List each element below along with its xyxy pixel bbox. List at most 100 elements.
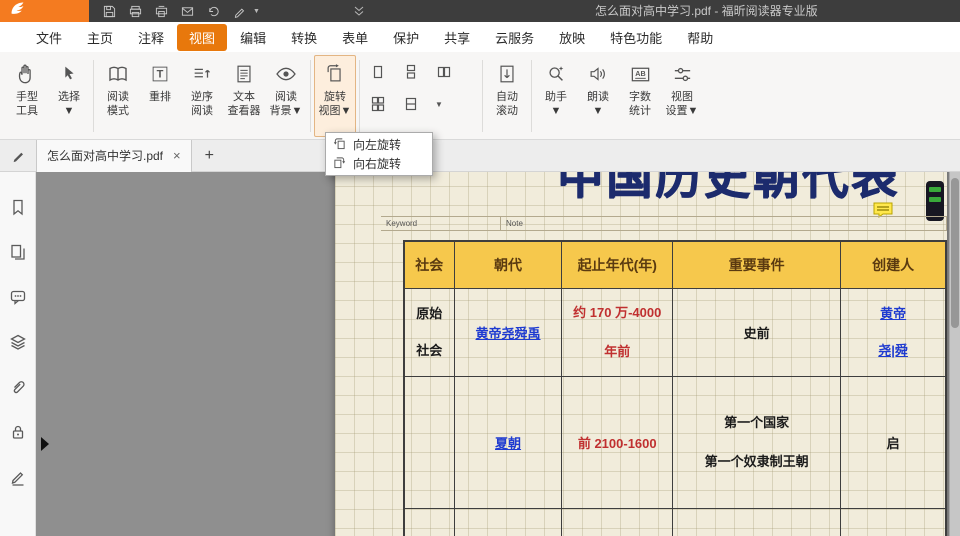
quick-access-toolbar: ▼ (102, 4, 260, 19)
cell-founder-link[interactable]: 黄帝 尧|舜 (841, 288, 946, 376)
header-events: 重要事件 (673, 241, 841, 288)
page-thumbnails-icon[interactable] (9, 243, 27, 261)
split-view-icon[interactable] (402, 95, 420, 113)
menu-tab-convert[interactable]: 转换 (279, 24, 329, 51)
main-content: 中国历史朝代表 Keyword Note 社会 朝代 起止年代(年) 重 (0, 172, 960, 536)
menu-tab-edit[interactable]: 编辑 (228, 24, 278, 51)
ribbon-separator (93, 60, 94, 132)
cell-dynasty-link[interactable]: 夏朝 (454, 376, 562, 508)
save-icon[interactable] (102, 4, 117, 19)
menu-item-rotate-right[interactable]: 向右旋转 (326, 154, 432, 173)
text-viewer-button[interactable]: 文本 查看器 (223, 55, 265, 137)
cell-society (404, 376, 454, 508)
rotate-view-button[interactable]: 旋转 视图▼ (314, 55, 356, 137)
continuous-page-icon[interactable] (402, 63, 420, 81)
rotate-left-label: 向左旋转 (353, 136, 401, 153)
menu-tab-features[interactable]: 特色功能 (598, 24, 674, 51)
speaker-icon (587, 61, 609, 87)
reflow-label: 重排 (149, 90, 171, 104)
cell-founder: 启 (841, 376, 946, 508)
hand-icon (15, 61, 39, 87)
attachment-paperclip-icon[interactable] (9, 378, 27, 396)
ribbon-collapse-icon[interactable] (352, 4, 367, 19)
menu-tab-comment[interactable]: 注释 (126, 24, 176, 51)
bookmark-icon[interactable] (9, 198, 27, 216)
table-row: 奴 商朝 前 1600-1100 武丁中兴，文字接近成熟 汤 (404, 508, 946, 536)
reverse-reading-icon (191, 61, 213, 87)
layers-icon[interactable] (9, 333, 27, 351)
menu-tab-form[interactable]: 表单 (330, 24, 380, 51)
ribbon-separator (310, 60, 311, 132)
single-page-icon[interactable] (369, 63, 387, 81)
text-viewer-label: 文本 查看器 (228, 90, 261, 118)
print-icon[interactable] (128, 4, 143, 19)
rotate-view-dropdown: 向左旋转 向右旋转 (325, 132, 433, 176)
cell-events: 武丁中兴，文字接近成熟 (673, 508, 841, 536)
cell-period: 前 1600-1100 (562, 508, 673, 536)
read-aloud-label: 朗读 ▼ (587, 90, 609, 118)
hand-tool-button[interactable]: 手型 工具 (6, 55, 48, 137)
rotate-right-icon (333, 156, 346, 172)
cell-dynasty-link[interactable]: 商朝 (454, 508, 562, 536)
view-settings-label: 视图 设置▼ (666, 90, 699, 118)
header-society: 社会 (404, 241, 454, 288)
scrollbar-thumb[interactable] (951, 178, 959, 328)
header-period: 起止年代(年) (562, 241, 673, 288)
text-viewer-icon (233, 61, 255, 87)
word-count-button[interactable]: AB 字数 统计 (619, 55, 661, 137)
read-mode-button[interactable]: 阅读 模式 (97, 55, 139, 137)
hand-tool-label: 手型 工具 (16, 90, 38, 118)
read-mode-label: 阅读 模式 (107, 90, 129, 118)
comments-icon[interactable] (9, 288, 27, 306)
menu-item-rotate-left[interactable]: 向左旋转 (326, 135, 432, 154)
cell-period: 约 170 万-4000 年前 (562, 288, 673, 376)
view-settings-button[interactable]: 视图 设置▼ (661, 55, 703, 137)
reading-background-button[interactable]: 阅读 背景▼ (265, 55, 307, 137)
qat-customize-caret[interactable]: ▼ (253, 8, 260, 15)
menu-tab-protect[interactable]: 保护 (381, 24, 431, 51)
select-tool-button[interactable]: 选择 ▼ (48, 55, 90, 137)
tab-close-icon[interactable]: × (173, 149, 181, 162)
quick-print-icon[interactable] (154, 4, 169, 19)
titlebar: ▼ 怎么面对高中学习.pdf - 福昕阅读器专业版 (0, 0, 960, 22)
ribbon-separator (359, 60, 360, 132)
navigation-rail (0, 172, 36, 536)
mail-icon[interactable] (180, 4, 195, 19)
page-layout-group: ▼ (363, 55, 479, 137)
new-tab-button[interactable]: + (205, 147, 214, 165)
rotate-right-label: 向右旋转 (353, 155, 401, 172)
read-aloud-button[interactable]: 朗读 ▼ (577, 55, 619, 137)
menu-tab-cloud[interactable]: 云服务 (483, 24, 546, 51)
pdf-page: 中国历史朝代表 Keyword Note 社会 朝代 起止年代(年) 重 (335, 172, 947, 536)
facing-page-icon[interactable] (435, 63, 453, 81)
rotate-view-label: 旋转 视图▼ (319, 90, 352, 118)
pen-tool-icon[interactable] (232, 4, 247, 19)
undo-icon[interactable] (206, 4, 221, 19)
document-area: 中国历史朝代表 Keyword Note 社会 朝代 起止年代(年) 重 (36, 172, 960, 536)
menu-tab-file[interactable]: 文件 (24, 24, 74, 51)
pencil-icon[interactable] (0, 148, 36, 163)
menu-tab-home[interactable]: 主页 (75, 24, 125, 51)
template-label-band: Keyword Note (381, 216, 947, 231)
panel-expand-arrow[interactable] (41, 437, 49, 451)
menu-tab-share[interactable]: 共享 (432, 24, 482, 51)
assistant-button[interactable]: 助手 ▼ (535, 55, 577, 137)
menu-tab-view[interactable]: 视图 (177, 24, 227, 51)
reverse-reading-button[interactable]: 逆序 阅读 (181, 55, 223, 137)
cell-dynasty-link[interactable]: 黄帝尧舜禹 (454, 288, 562, 376)
auto-scroll-button[interactable]: 自动 滚动 (486, 55, 528, 137)
signature-pen-icon[interactable] (9, 468, 27, 486)
menu-tab-slideshow[interactable]: 放映 (547, 24, 597, 51)
security-lock-icon[interactable] (9, 423, 27, 441)
document-tab[interactable]: 怎么面对高中学习.pdf × (36, 140, 192, 172)
cell-events: 第一个国家 第一个奴隶制王朝 (673, 376, 841, 508)
table-row: 夏朝 前 2100-1600 第一个国家 第一个奴隶制王朝 启 (404, 376, 946, 508)
reflow-button[interactable]: T 重排 (139, 55, 181, 137)
select-cursor-icon (58, 61, 80, 87)
menu-tab-help[interactable]: 帮助 (675, 24, 725, 51)
vertical-scrollbar[interactable] (949, 172, 960, 536)
continuous-facing-icon[interactable] (369, 95, 387, 113)
page-inline-widget (926, 181, 944, 221)
layout-dropdown-caret[interactable]: ▼ (435, 100, 443, 109)
assistant-label: 助手 ▼ (545, 90, 567, 118)
